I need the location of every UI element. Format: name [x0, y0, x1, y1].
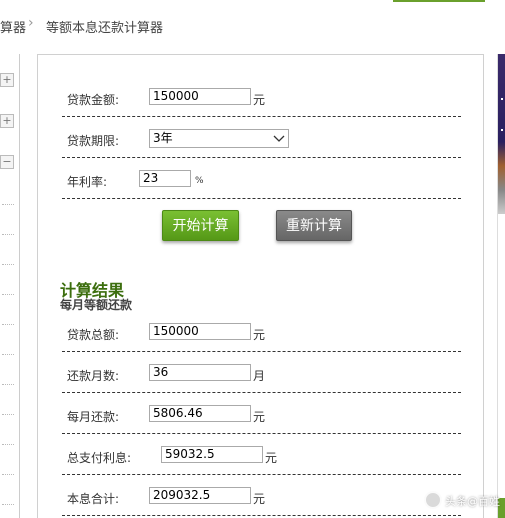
chevron-down-icon [273, 135, 285, 142]
loan-term-row: 贷款期限: 3年 [62, 117, 461, 158]
breadcrumb-current: 等额本息还款计算器 [46, 21, 164, 36]
divider [2, 264, 14, 265]
total-interest-unit: 元 [265, 451, 278, 465]
total-loan-label: 贷款总额: [67, 328, 120, 342]
divider [2, 234, 14, 235]
start-calculate-button[interactable]: 开始计算 [162, 210, 239, 241]
annual-rate-label: 年利率: [67, 175, 108, 189]
result-row-principal-interest: 本息合计: 209032.5 元 [62, 475, 461, 516]
star-icon [501, 98, 503, 100]
divider [2, 384, 14, 385]
principal-interest-unit: 元 [253, 492, 266, 506]
total-interest-field[interactable]: 59032.5 [161, 446, 263, 463]
principal-interest-field[interactable]: 209032.5 [149, 487, 251, 504]
divider [2, 294, 14, 295]
loan-amount-row: 贷款金额: 150000 元 [62, 76, 461, 117]
divider [2, 324, 14, 325]
divider [2, 414, 14, 415]
result-row-monthly-payment: 每月还款: 5806.46 元 [62, 393, 461, 434]
loan-term-label: 贷款期限: [67, 134, 120, 148]
monthly-payment-label: 每月还款: [67, 410, 120, 424]
calculator-panel: 贷款金额: 150000 元 贷款期限: 3年 年利率: 23 % 开始计算 重… [37, 54, 484, 518]
ad-image[interactable] [498, 54, 505, 214]
star-icon [501, 129, 503, 131]
divider [2, 474, 14, 475]
divider [2, 504, 14, 505]
loan-term-value: 3年 [153, 131, 173, 145]
reset-calculate-button[interactable]: 重新计算 [276, 210, 352, 241]
watermark-logo-icon [424, 491, 442, 509]
breadcrumb-prev-link[interactable]: 算器 [0, 17, 26, 36]
annual-rate-unit: % [195, 176, 204, 186]
principal-interest-label: 本息合计: [67, 492, 120, 506]
months-unit: 月 [253, 369, 266, 383]
total-loan-field[interactable]: 150000 [149, 323, 251, 340]
loan-amount-input[interactable]: 150000 [149, 88, 251, 105]
watermark-text: 头条@百姓 [445, 495, 500, 508]
expand-icon[interactable]: + [0, 73, 14, 87]
result-row-total-loan: 贷款总额: 150000 元 [62, 311, 461, 352]
months-field[interactable]: 36 [149, 364, 251, 381]
loan-term-select[interactable]: 3年 [149, 129, 289, 148]
watermark: 头条@百姓 [424, 490, 500, 512]
loan-amount-label: 贷款金额: [67, 93, 120, 107]
annual-rate-row: 年利率: 23 % [62, 158, 461, 199]
divider [2, 204, 14, 205]
monthly-payment-unit: 元 [253, 410, 266, 424]
divider [2, 354, 14, 355]
chevron-right-icon: › [28, 15, 34, 31]
right-side-strip [497, 54, 505, 518]
annual-rate-input[interactable]: 23 [139, 170, 191, 187]
result-row-months: 还款月数: 36 月 [62, 352, 461, 393]
result-row-total-interest: 总支付利息: 59032.5 元 [62, 434, 461, 475]
total-interest-label: 总支付利息: [67, 451, 132, 465]
total-loan-unit: 元 [253, 328, 266, 342]
loan-amount-unit: 元 [253, 93, 266, 107]
breadcrumb: 算器 › 等额本息还款计算器 [0, 0, 505, 52]
sidebar: + + − [0, 54, 20, 518]
months-label: 还款月数: [67, 369, 120, 383]
monthly-payment-field[interactable]: 5806.46 [149, 405, 251, 422]
collapse-icon[interactable]: − [0, 155, 14, 169]
divider [2, 444, 14, 445]
expand-icon[interactable]: + [0, 114, 14, 128]
